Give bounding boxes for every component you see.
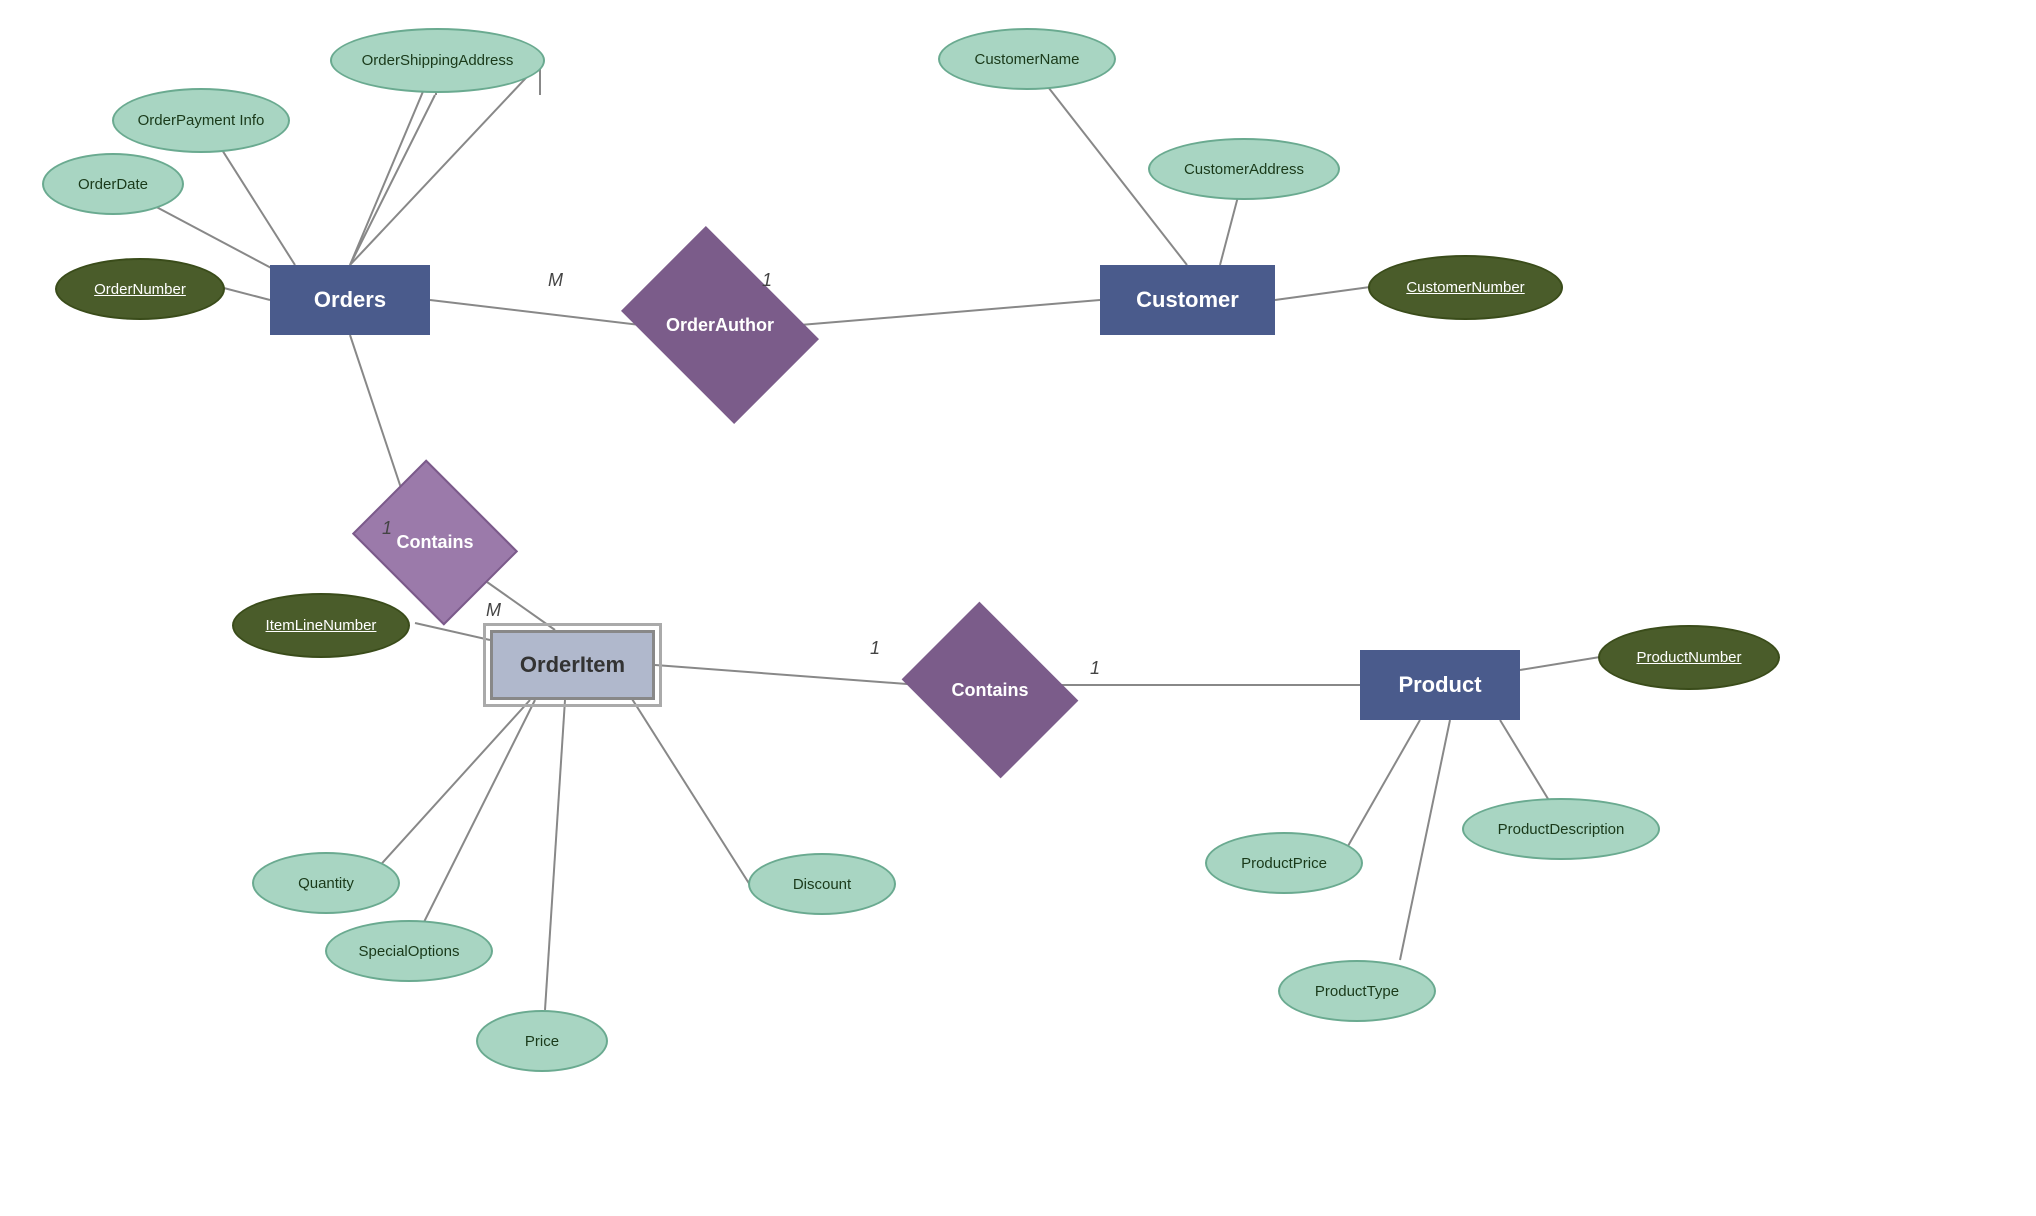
attribute-productprice: ProductPrice (1205, 832, 1363, 894)
attribute-orderpaymentinfo: OrderPayment Info (112, 88, 290, 153)
mult-mc: M (486, 600, 501, 621)
relationship-contains-1: Contains (370, 490, 500, 595)
entity-orders: Orders (270, 265, 430, 335)
entity-orderitem: OrderItem (490, 630, 655, 700)
mult-1a: 1 (762, 270, 772, 291)
attribute-customeraddress: CustomerAddress (1148, 138, 1340, 200)
attribute-productdescription: ProductDescription (1462, 798, 1660, 860)
mult-1d: 1 (1090, 658, 1100, 679)
relationship-orderauthor: OrderAuthor (640, 265, 800, 385)
attribute-customernumber: CustomerNumber (1368, 255, 1563, 320)
er-diagram: Orders Customer Product OrderItem OrderA… (0, 0, 2036, 1216)
attribute-customername: CustomerName (938, 28, 1116, 90)
attribute-productnumber: ProductNumber (1598, 625, 1780, 690)
attribute-price: Price (476, 1010, 608, 1072)
relationship-contains-2: Contains (920, 635, 1060, 745)
entity-product: Product (1360, 650, 1520, 720)
attribute-ordernumber: OrderNumber (55, 258, 225, 320)
attribute-discount: Discount (748, 853, 896, 915)
attribute-quantity: Quantity (252, 852, 400, 914)
attribute-producttype: ProductType (1278, 960, 1436, 1022)
attribute-itemlinenumber: ItemLineNumber (232, 593, 410, 658)
mult-1c: 1 (870, 638, 880, 659)
attribute-specialoptions: SpecialOptions (325, 920, 493, 982)
attribute-orderdate: OrderDate (42, 153, 184, 215)
attribute-ordershippingaddress: OrderShippingAddress (330, 28, 545, 93)
entity-customer: Customer (1100, 265, 1275, 335)
mult-1b: 1 (382, 518, 392, 539)
mult-m1: M (548, 270, 563, 291)
